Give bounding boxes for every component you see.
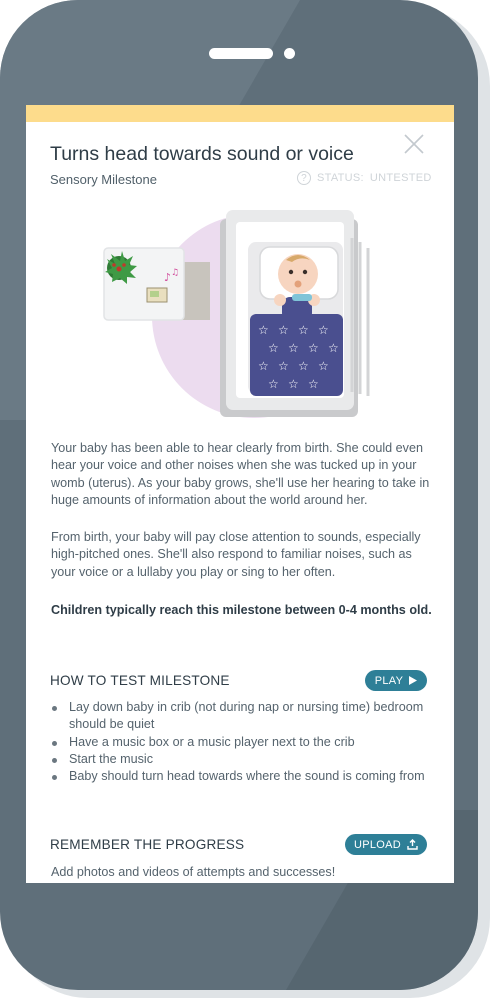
description-paragraph: Your baby has been able to hear clearly … <box>51 441 430 507</box>
top-accent-bar <box>26 105 454 122</box>
svg-text:☆: ☆ <box>328 341 339 355</box>
how-to-test-heading: HOW TO TEST MILESTONE <box>50 673 230 688</box>
status-indicator: ? STATUS: UNTESTED <box>297 171 432 185</box>
svg-text:☆: ☆ <box>308 377 319 391</box>
description-paragraph: From birth, your baby will pay close att… <box>51 530 421 579</box>
svg-text:☆: ☆ <box>288 377 299 391</box>
close-icon[interactable] <box>402 132 426 156</box>
play-button[interactable]: PLAY <box>365 670 427 691</box>
list-item: Have a music box or a music player next … <box>50 734 430 751</box>
status-label: STATUS: <box>317 172 364 184</box>
upload-label: UPLOAD <box>353 838 402 851</box>
svg-text:☆: ☆ <box>268 377 279 391</box>
svg-text:☆: ☆ <box>258 323 269 337</box>
test-steps-list: Lay down baby in crib (not during nap or… <box>50 699 430 785</box>
svg-text:☆: ☆ <box>298 323 309 337</box>
svg-text:☆: ☆ <box>318 359 329 373</box>
list-item: Baby should turn head towards where the … <box>50 768 430 785</box>
progress-hint: Add photos and videos of attempts and su… <box>51 865 336 879</box>
svg-text:☆: ☆ <box>288 341 299 355</box>
svg-text:♪: ♪ <box>164 271 171 284</box>
question-icon[interactable]: ? <box>297 171 311 185</box>
play-label: PLAY <box>374 674 404 687</box>
svg-text:☆: ☆ <box>318 323 329 337</box>
baby-in-crib-illustration: ♪ ♫ ☆ ☆ ☆ ☆ ☆ ☆ ☆ ☆ ☆ ☆ ☆ ☆ ☆ ☆ ☆ <box>103 210 370 418</box>
svg-text:☆: ☆ <box>278 323 289 337</box>
typical-age-note: Children typically reach this milestone … <box>51 603 432 617</box>
upload-button[interactable]: UPLOAD <box>345 834 427 855</box>
status-badge: UNTESTED <box>369 172 432 184</box>
phone-frame: Turns head towards sound or voice Sensor… <box>0 0 478 990</box>
page-title: Turns head towards sound or voice <box>50 143 354 165</box>
svg-text:☆: ☆ <box>308 341 319 355</box>
phone-camera <box>284 48 295 59</box>
svg-text:☆: ☆ <box>268 341 279 355</box>
list-item: Start the music <box>50 751 430 768</box>
progress-heading: REMEMBER THE PROGRESS <box>50 837 245 852</box>
phone-speaker <box>209 48 273 59</box>
svg-text:☆: ☆ <box>258 359 269 373</box>
svg-text:☆: ☆ <box>298 359 309 373</box>
play-icon <box>409 676 418 685</box>
milestone-category: Sensory Milestone <box>50 172 157 187</box>
svg-text:♫: ♫ <box>171 268 179 278</box>
milestone-screen: Turns head towards sound or voice Sensor… <box>26 105 454 883</box>
svg-text:☆: ☆ <box>278 359 289 373</box>
list-item: Lay down baby in crib (not during nap or… <box>50 699 430 734</box>
upload-icon <box>407 839 418 850</box>
